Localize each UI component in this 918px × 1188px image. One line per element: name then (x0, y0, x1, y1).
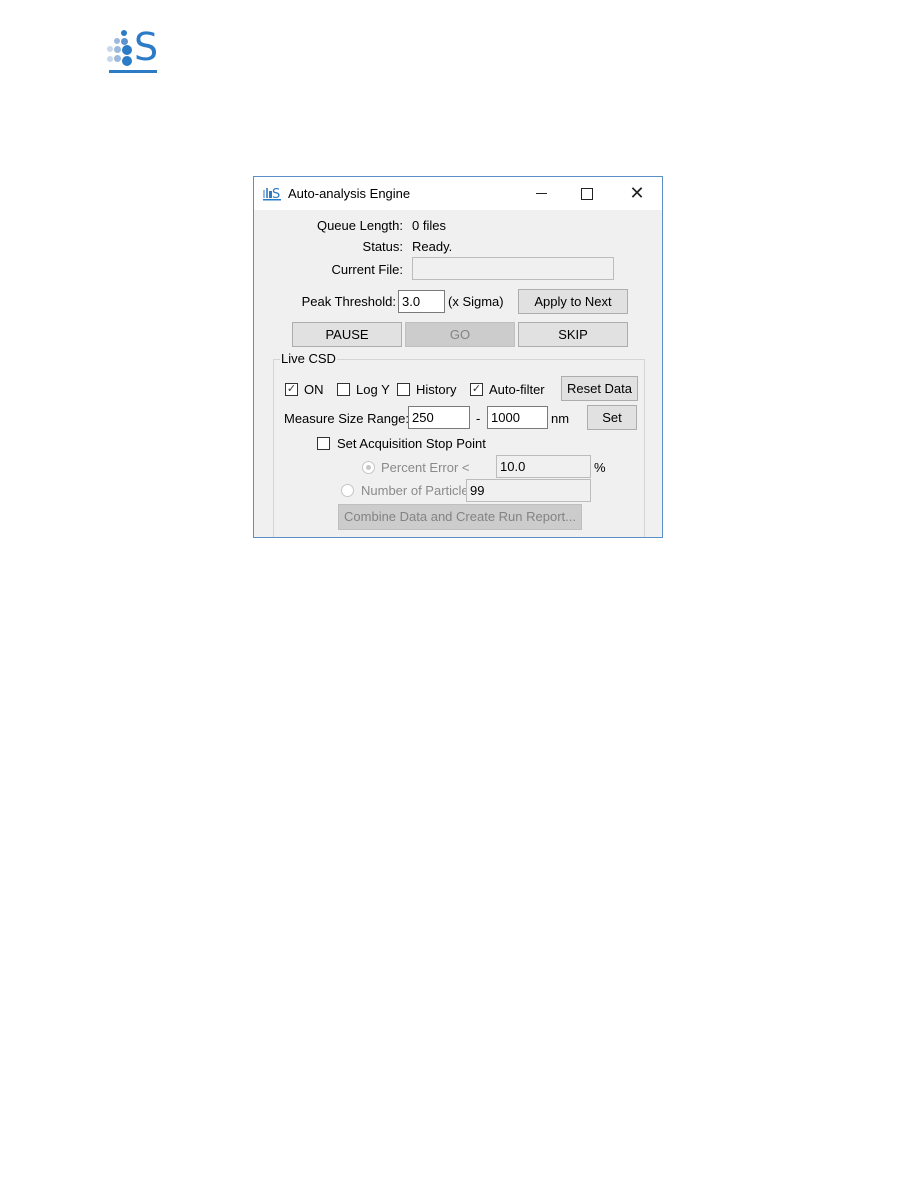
current-file-label: Current File: (331, 262, 403, 277)
title-bar[interactable]: S Auto-analysis Engine ✕ (254, 177, 662, 210)
set-button[interactable]: Set (587, 405, 637, 430)
stop-point-checkbox[interactable] (317, 437, 330, 450)
apply-to-next-button[interactable]: Apply to Next (518, 289, 628, 314)
close-icon: ✕ (629, 183, 645, 203)
pause-button[interactable]: PAUSE (292, 322, 402, 347)
status-value: Ready. (412, 239, 453, 254)
percent-unit: % (594, 460, 606, 475)
size-unit: nm (551, 411, 570, 426)
size-max-input[interactable]: 1000 (487, 406, 548, 429)
particles-input: 99 (466, 479, 591, 502)
company-logo: S (107, 26, 159, 74)
peak-threshold-unit: (x Sigma) (448, 294, 504, 309)
skip-button[interactable]: SKIP (518, 322, 628, 347)
go-button: GO (405, 322, 515, 347)
log-y-checkbox[interactable] (337, 383, 350, 396)
measure-size-range-label: Measure Size Range: (284, 411, 410, 426)
peak-threshold-label: Peak Threshold: (301, 294, 396, 309)
svg-text:S: S (272, 187, 280, 201)
live-csd-title: Live CSD (280, 351, 337, 366)
on-label: ON (304, 382, 324, 397)
check-icon: ✓ (286, 383, 297, 395)
logo-underline (109, 70, 157, 73)
logo-letter: S (134, 25, 159, 69)
queue-length-label: Queue Length: (316, 218, 403, 233)
percent-error-radio (362, 461, 375, 474)
queue-length-value: 0 files (412, 218, 446, 233)
app-logo-icon: S (263, 187, 281, 201)
stop-point-label: Set Acquisition Stop Point (337, 436, 486, 451)
current-file-field (412, 257, 614, 280)
history-label: History (416, 382, 457, 397)
percent-error-label: Percent Error < (381, 460, 470, 475)
history-checkbox[interactable] (397, 383, 410, 396)
close-button[interactable]: ✕ (614, 177, 660, 210)
on-checkbox[interactable]: ✓ (285, 383, 298, 396)
auto-filter-label: Auto-filter (489, 382, 545, 397)
minimize-icon (535, 193, 547, 194)
combine-report-button: Combine Data and Create Run Report... (338, 504, 582, 530)
percent-error-input: 10.0 (496, 455, 591, 478)
size-separator: - (476, 411, 481, 426)
minimize-button[interactable] (518, 177, 564, 210)
maximize-button[interactable] (564, 177, 610, 210)
check-icon: ✓ (471, 383, 482, 395)
maximize-icon (581, 187, 593, 200)
auto-analysis-window: S Auto-analysis Engine ✕ Queue Length: 0… (253, 176, 663, 538)
reset-data-button[interactable]: Reset Data (561, 376, 638, 401)
peak-threshold-input[interactable]: 3.0 (398, 290, 445, 313)
logo-dots-icon (107, 30, 137, 66)
window-title: Auto-analysis Engine (288, 186, 411, 201)
status-label: Status: (362, 239, 403, 254)
size-min-input[interactable]: 250 (408, 406, 470, 429)
auto-filter-checkbox[interactable]: ✓ (470, 383, 483, 396)
particles-radio (341, 484, 354, 497)
log-y-label: Log Y (356, 382, 390, 397)
